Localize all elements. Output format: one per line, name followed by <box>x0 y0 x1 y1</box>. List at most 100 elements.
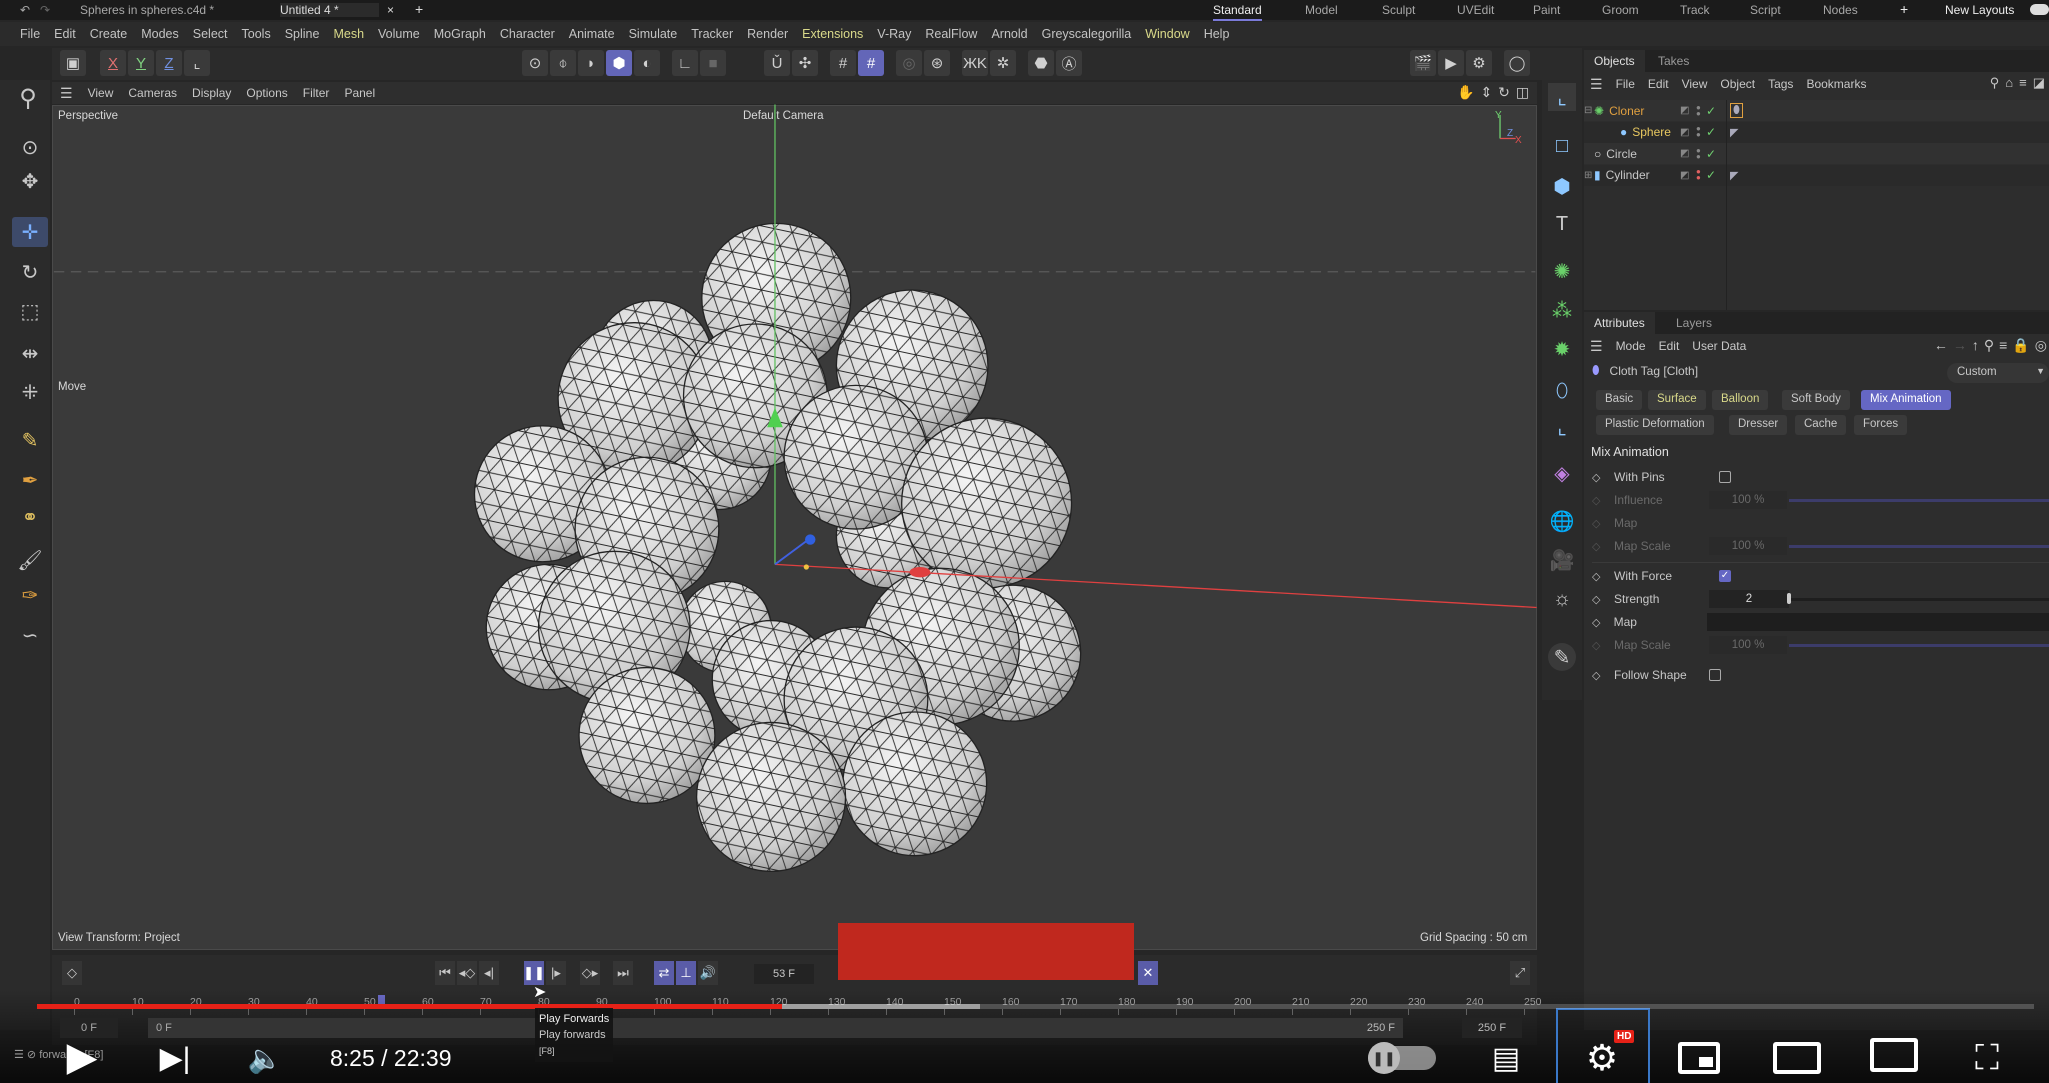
new-layouts-label[interactable]: New Layouts <box>1945 3 2014 17</box>
edit-flag-icon[interactable]: ◩ <box>1680 105 1689 116</box>
home-icon[interactable]: ⌂ <box>2005 75 2013 91</box>
tab-attributes[interactable]: Attributes <box>1584 312 1655 334</box>
filter-icon[interactable]: ≡ <box>1999 337 2007 354</box>
menu-spline[interactable]: Spline <box>285 27 320 41</box>
render-settings-icon[interactable]: ⚙ <box>1466 50 1492 76</box>
viewport-solo-icon[interactable]: ⬣ <box>1028 50 1054 76</box>
points-mode-icon[interactable]: ⊙ <box>522 50 548 76</box>
texture-tag-icon[interactable]: ◤ <box>1730 169 1738 182</box>
autokey-settings-icon[interactable]: ✕ <box>1138 961 1158 985</box>
viewport-menu-display[interactable]: Display <box>192 86 231 100</box>
lock-icon[interactable]: ⊛ <box>924 50 950 76</box>
generator-icon[interactable]: ✺ <box>1548 257 1576 285</box>
up-arrow-icon[interactable]: ↑ <box>1972 337 1979 354</box>
lock-icon[interactable]: 🔒 <box>2012 337 2029 354</box>
objects-menu-tags[interactable]: Tags <box>1768 77 1793 91</box>
spline-tools-icon[interactable]: ✒ <box>12 465 48 495</box>
menu-character[interactable]: Character <box>500 27 555 41</box>
viewport-menu-filter[interactable]: Filter <box>303 86 330 100</box>
undo-icon[interactable]: ↶ <box>20 3 30 17</box>
end-frame-field[interactable]: 250 F <box>1462 1018 1522 1038</box>
menu-greyscalegorilla[interactable]: Greyscalegorilla <box>1042 27 1132 41</box>
object-row-cylinder[interactable]: ⊞ ▮ Cylinder ◩ ● ● ✓ ◤ <box>1584 164 2049 186</box>
render-tag-icon[interactable]: ✎ <box>1548 643 1576 671</box>
sound-icon[interactable]: 🔊 <box>698 961 718 985</box>
snap-icon[interactable]: Ǔ <box>764 50 790 76</box>
new-layouts-toggle[interactable] <box>2030 4 2049 15</box>
pan-hand-icon[interactable]: ✋ <box>1457 84 1474 101</box>
keyframe-diamond-icon[interactable]: ◇ <box>1592 471 1610 484</box>
solo-icon[interactable]: ■ <box>700 50 726 76</box>
dolly-icon[interactable]: ⇕ <box>1480 84 1492 101</box>
fullscreen-icon[interactable]: ⛶ <box>1965 1036 2009 1080</box>
preset-dropdown[interactable]: Custom ▼ <box>1947 363 2049 383</box>
texture-mode-icon[interactable]: ◐ <box>634 50 660 76</box>
environment-icon[interactable]: 🌐 <box>1548 507 1576 535</box>
enabled-check-icon[interactable]: ✓ <box>1706 168 1716 182</box>
redshift-icon[interactable]: ◯ <box>1504 50 1530 76</box>
layout-groom[interactable]: Groom <box>1602 3 1639 17</box>
keyframe-diamond-icon[interactable]: ◇ <box>1592 616 1610 629</box>
polygons-mode-icon[interactable]: ◗ <box>578 50 604 76</box>
workplane-icon[interactable]: ∟ <box>672 50 698 76</box>
object-row-sphere[interactable]: ● Sphere ◩ ● ● ✓ ◤ <box>1584 121 2049 143</box>
light-icon[interactable]: ☼ <box>1548 585 1576 613</box>
edges-mode-icon[interactable]: ⌽ <box>550 50 576 76</box>
object-row-circle[interactable]: ○ Circle ◩ ● ● ✓ <box>1584 143 2049 164</box>
object-row-cloner[interactable]: ⊟ ✺ Cloner ◩ ● ● ✓ ⬮ <box>1584 100 2049 121</box>
menu-simulate[interactable]: Simulate <box>629 27 678 41</box>
viewport-menu-options[interactable]: Options <box>246 86 287 100</box>
layout-script[interactable]: Script <box>1750 3 1781 17</box>
current-frame-field[interactable]: 53 F <box>754 964 814 984</box>
tab-dresser[interactable]: Dresser <box>1729 415 1788 435</box>
search-icon[interactable]: ⚲ <box>1990 75 2000 91</box>
knife-tool-icon[interactable]: ✑ <box>12 580 48 610</box>
menu-extensions[interactable]: Extensions <box>802 27 863 41</box>
text-tool-icon[interactable]: T <box>1548 210 1576 238</box>
autoplay-toggle[interactable]: ❚❚ <box>1368 1042 1436 1074</box>
3d-viewport[interactable] <box>52 105 1537 950</box>
undo-history-icon[interactable]: ▣ <box>60 50 86 76</box>
map-link-field[interactable] <box>1706 613 2049 631</box>
filter-icon[interactable]: ≡ <box>2019 75 2027 91</box>
preview-range-bar[interactable]: 0 F 250 F <box>148 1018 1403 1038</box>
object-name[interactable]: Cylinder <box>1606 168 1690 182</box>
enabled-check-icon[interactable]: ✓ <box>1706 125 1716 139</box>
deformer-icon[interactable]: ⬯ <box>1548 377 1576 405</box>
tab-balloon[interactable]: Balloon <box>1712 390 1769 410</box>
effector-icon[interactable]: ✹ <box>1548 335 1576 363</box>
camera-label[interactable]: Default Camera <box>743 110 824 122</box>
menu-help[interactable]: Help <box>1204 27 1230 41</box>
edit-flag-icon[interactable]: ◩ <box>1680 127 1689 138</box>
video-progress-track[interactable] <box>37 1004 2034 1009</box>
enabled-check-icon[interactable]: ✓ <box>1706 104 1716 118</box>
tab-plastic-deformation[interactable]: Plastic Deformation <box>1596 415 1714 435</box>
menu-window[interactable]: Window <box>1145 27 1189 41</box>
volume-icon[interactable]: ◈ <box>1548 459 1576 487</box>
spline-pen-icon[interactable]: ✎ <box>12 425 48 455</box>
search-icon[interactable]: ⚲ <box>10 83 46 113</box>
viewport-menu-cameras[interactable]: Cameras <box>128 86 177 100</box>
layout-track[interactable]: Track <box>1680 3 1710 17</box>
grid-icon[interactable]: # <box>830 50 856 76</box>
tab-mix-animation[interactable]: Mix Animation <box>1861 390 1951 410</box>
grid-snap-icon[interactable]: # <box>858 50 884 76</box>
expand-toggle[interactable]: ⊟ <box>1584 105 1592 116</box>
close-tab-icon[interactable]: × <box>387 3 394 17</box>
spline-boolean-icon[interactable]: ⚭ <box>12 502 48 532</box>
objects-menu-file[interactable]: File <box>1616 77 1635 91</box>
objects-menu-object[interactable]: Object <box>1720 77 1755 91</box>
visibility-dots-icon[interactable]: ● ● <box>1696 125 1701 139</box>
previous-frame-icon[interactable]: ◂| <box>479 961 499 985</box>
menu-volume[interactable]: Volume <box>378 27 420 41</box>
visibility-dots-icon[interactable]: ● ● <box>1696 168 1701 182</box>
menu-v-ray[interactable]: V-Ray <box>877 27 911 41</box>
x-axis-lock[interactable]: X <box>100 50 126 76</box>
viewport-menu-panel[interactable]: Panel <box>344 86 375 100</box>
menu-animate[interactable]: Animate <box>569 27 615 41</box>
menu-arnold[interactable]: Arnold <box>991 27 1027 41</box>
menu-select[interactable]: Select <box>193 27 228 41</box>
tab-forces[interactable]: Forces <box>1854 415 1908 435</box>
coordinate-system-icon[interactable]: ⌞ <box>184 50 210 76</box>
toggle-layout-icon[interactable]: ◫ <box>1516 84 1529 101</box>
